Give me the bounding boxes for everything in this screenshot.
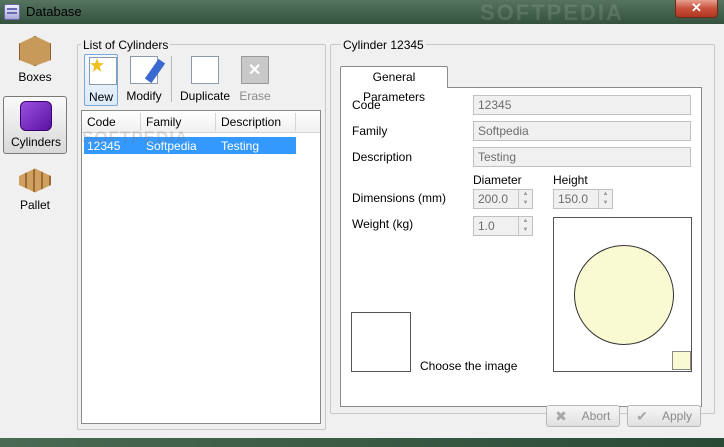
diameter-spinner[interactable]: 200.0 ▲ ▼ [473, 189, 533, 209]
height-value: 150.0 [558, 192, 589, 206]
nav-item-pallet[interactable]: Pallet [3, 160, 67, 218]
nav-item-label: Boxes [18, 70, 52, 84]
spin-up-icon[interactable]: ▲ [519, 217, 532, 226]
checkmark-icon: ✔ [636, 408, 648, 424]
watermark: SOFTPEDIA [82, 128, 189, 147]
family-field[interactable]: Softpedia [473, 121, 691, 141]
app-icon [4, 4, 20, 20]
family-label: Family [352, 124, 388, 138]
new-label: New [88, 90, 113, 104]
spin-up-icon[interactable]: ▲ [519, 190, 532, 199]
erase-button[interactable]: Erase [238, 54, 272, 106]
dimensions-label: Dimensions (mm) [352, 191, 447, 205]
pallet-icon [19, 168, 51, 193]
spin-down-icon[interactable]: ▼ [519, 199, 532, 208]
title-bar: Database SOFTPEDIA ✕ [0, 0, 724, 25]
duplicate-label: Duplicate [179, 89, 231, 103]
window-title: Database [26, 4, 82, 19]
close-button[interactable]: ✕ [675, 0, 718, 18]
column-header-family[interactable]: Family [146, 115, 181, 129]
watermark: SOFTPEDIA [480, 0, 624, 25]
modify-label: Modify [126, 89, 162, 103]
weight-label: Weight (kg) [352, 217, 414, 231]
category-nav: Boxes Cylinders Pallet [3, 32, 67, 412]
star-icon [90, 58, 104, 72]
column-divider[interactable] [215, 113, 216, 131]
erase-label: Erase [239, 89, 271, 103]
window-client: Boxes Cylinders Pallet List of Cylinders… [0, 24, 724, 438]
column-header-code[interactable]: Code [87, 115, 116, 129]
new-button[interactable]: New [84, 54, 118, 106]
spinner-buttons[interactable]: ▲ ▼ [518, 190, 532, 208]
detail-title: Cylinder 12345 [341, 38, 426, 52]
nav-item-cylinders[interactable]: Cylinders [3, 96, 67, 154]
description-label: Description [352, 150, 413, 164]
cell-description: Testing [221, 139, 260, 153]
choose-image-label: Choose the image [420, 359, 518, 373]
nav-item-boxes[interactable]: Boxes [3, 32, 67, 90]
abort-icon: ✖ [555, 408, 567, 424]
duplicate-button[interactable]: Duplicate [178, 54, 232, 106]
column-divider[interactable] [295, 113, 296, 131]
weight-value: 1.0 [478, 219, 495, 233]
weight-spinner[interactable]: 1.0 ▲ ▼ [473, 216, 533, 236]
diameter-label: Diameter [473, 173, 522, 187]
tab-general-parameters[interactable]: General Parameters [340, 66, 448, 104]
apply-button[interactable]: ✔ Apply [627, 405, 701, 427]
spinner-buttons[interactable]: ▲ ▼ [518, 217, 532, 235]
pencil-icon [144, 58, 166, 84]
modify-document-icon [130, 56, 166, 84]
modify-button[interactable]: Modify [122, 54, 166, 106]
apply-label: Apply [661, 409, 693, 423]
description-field[interactable]: Testing [473, 147, 691, 167]
spin-down-icon[interactable]: ▼ [519, 226, 532, 235]
duplicate-icon [191, 56, 219, 84]
diameter-value: 200.0 [478, 192, 509, 206]
new-document-icon [89, 57, 117, 85]
desktop-background [0, 438, 724, 447]
cylinder-icon [20, 101, 52, 131]
height-spinner[interactable]: 150.0 ▲ ▼ [553, 189, 613, 209]
toolbar-separator [171, 56, 172, 102]
spin-up-icon[interactable]: ▲ [599, 190, 612, 199]
height-label: Height [553, 173, 588, 187]
image-picker[interactable] [351, 312, 411, 372]
cylinder-circle [574, 245, 674, 345]
color-swatch[interactable] [672, 351, 691, 370]
box-icon [19, 36, 51, 66]
erase-icon [241, 56, 269, 84]
cylinder-table[interactable]: Code Family Description 12345 Softpedia … [81, 110, 321, 424]
abort-label: Abort [581, 409, 611, 423]
spinner-buttons[interactable]: ▲ ▼ [598, 190, 612, 208]
nav-item-label: Pallet [19, 198, 51, 212]
cylinder-preview [553, 217, 692, 372]
nav-item-label: Cylinders [10, 135, 61, 149]
list-group-title: List of Cylinders [81, 38, 171, 52]
spin-down-icon[interactable]: ▼ [599, 199, 612, 208]
column-header-description[interactable]: Description [221, 115, 281, 129]
code-field[interactable]: 12345 [473, 95, 691, 115]
abort-button[interactable]: ✖ Abort [546, 405, 620, 427]
